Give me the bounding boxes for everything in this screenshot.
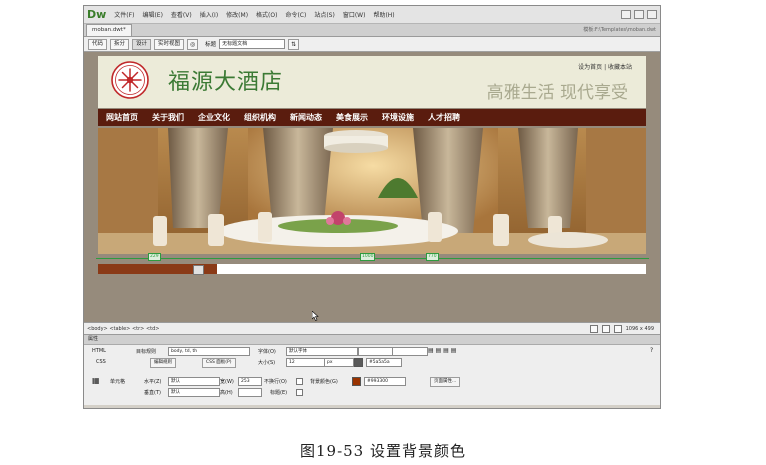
site-header: 福源大酒店 设为首页 | 收藏本站 高雅生活 现代享受 (98, 56, 646, 108)
guide-left-width[interactable]: 229 (148, 253, 161, 261)
menu-insert[interactable]: 插入(I) (196, 10, 222, 19)
text-color-input[interactable]: #5a5a5a (366, 358, 402, 367)
horz-label: 水平(Z) (144, 379, 162, 385)
menu-site[interactable]: 站点(S) (310, 10, 339, 19)
window-controls (621, 10, 660, 19)
font-label: 字体(O) (258, 349, 276, 355)
font-style-select[interactable] (358, 347, 394, 356)
design-view[interactable]: 福源大酒店 设为首页 | 收藏本站 高雅生活 现代享受 网站首页 关于我们 企业… (84, 52, 660, 322)
window-size[interactable]: 1096 x 499 (626, 326, 654, 332)
menu-modify[interactable]: 修改(M) (222, 10, 252, 19)
live-view-button[interactable]: 实时视图 (154, 38, 185, 50)
cell-icon: ▦ (92, 376, 100, 385)
menu-format[interactable]: 格式(O) (252, 10, 281, 19)
height-input[interactable] (238, 388, 262, 397)
height-label: 高(H) (220, 390, 233, 396)
nav-home[interactable]: 网站首页 (106, 112, 138, 123)
hotel-name: 福源大酒店 (168, 70, 284, 95)
nowrap-checkbox[interactable] (296, 378, 303, 385)
title-input[interactable]: 无标题文档 (219, 39, 286, 49)
font-weight-select[interactable] (392, 347, 428, 356)
nav-news[interactable]: 新闻动态 (290, 112, 322, 123)
width-label: 宽(W) (220, 379, 234, 385)
nav-careers[interactable]: 人才招聘 (428, 112, 460, 123)
cell-label: 单元格 (110, 379, 126, 385)
menu-edit[interactable]: 编辑(E) (138, 10, 166, 19)
status-bar: <body> <table> <tr> <td> 1096 x 499 (84, 322, 660, 335)
dreamweaver-window: Dw 文件(F) 编辑(E) 查看(V) 插入(I) 修改(M) 格式(O) 命… (83, 5, 661, 409)
hand-tool-icon[interactable] (601, 325, 610, 333)
bottom-table-row[interactable] (98, 264, 646, 275)
edit-rule-button[interactable]: 编辑规则 (150, 358, 176, 368)
css-panel-button[interactable]: CSS 面板(P) (202, 358, 236, 368)
select-tool-icon[interactable] (589, 325, 598, 333)
dw-logo: Dw (87, 8, 107, 21)
css-mode-tab[interactable]: CSS (96, 359, 106, 365)
font-select[interactable]: 默认字体 (286, 347, 358, 356)
align-buttons[interactable]: ▤ ▤ ▤ ▤ (428, 347, 456, 354)
html-mode-tab[interactable]: HTML (92, 348, 106, 354)
close-button[interactable] (647, 10, 657, 19)
properties-panel-title[interactable]: 属性 (84, 335, 660, 345)
banquet-hall-banner (98, 128, 646, 254)
nav-organization[interactable]: 组织机构 (244, 112, 276, 123)
nav-environment[interactable]: 环境设施 (382, 112, 414, 123)
size-select[interactable]: 12 (286, 358, 326, 367)
bg-color-label: 背景颜色(G) (310, 379, 338, 385)
figure-caption: 图19-53 设置背景颜色 (299, 442, 466, 460)
nav-culture[interactable]: 企业文化 (198, 112, 230, 123)
size-unit-select[interactable]: px (324, 358, 354, 367)
title-label: 标题 (205, 42, 217, 48)
status-right: 1096 x 499 (589, 325, 654, 333)
menu-window[interactable]: 窗口(W) (339, 10, 370, 19)
site-nav: 网站首页 关于我们 企业文化 组织机构 新闻动态 美食展示 环境设施 人才招聘 (98, 109, 646, 126)
menu-commands[interactable]: 命令(C) (281, 10, 310, 19)
guide-right-width[interactable]: 770 (426, 253, 439, 261)
target-rule-select[interactable]: body, td, th (168, 347, 250, 356)
target-rule-label: 目标规则 (136, 349, 157, 355)
width-input[interactable]: 253 (238, 377, 262, 386)
zoom-tool-icon[interactable] (613, 325, 622, 333)
document-tab-bar: moban.dwt* 模板:F:\Templates\moban.dwt (84, 24, 660, 37)
header-label: 标题(E) (270, 390, 288, 396)
menu-help[interactable]: 帮助(H) (369, 10, 398, 19)
properties-panel: HTML CSS 目标规则 body, td, th 编辑规则 CSS 面板(P… (84, 345, 660, 405)
menu-bar: Dw 文件(F) 编辑(E) 查看(V) 插入(I) 修改(M) 格式(O) 命… (84, 6, 660, 24)
nowrap-label: 不换行(O) (264, 379, 287, 385)
bg-color-input[interactable]: #993300 (364, 377, 406, 386)
design-view-button[interactable]: 设计 (132, 38, 152, 50)
minimize-button[interactable] (621, 10, 631, 19)
header-checkbox[interactable] (296, 389, 303, 396)
menu-file[interactable]: 文件(F) (110, 10, 138, 19)
inspect-icon[interactable]: ◎ (187, 38, 199, 50)
maximize-button[interactable] (634, 10, 644, 19)
horz-select[interactable]: 默认 (168, 377, 220, 386)
cell-handle-icon[interactable] (193, 265, 204, 275)
document-toolbar: 代码 拆分 设计 实时视图 ◎ 标题 无标题文档 ⇅ (84, 37, 660, 52)
tag-selector[interactable]: <body> <table> <tr> <td> (87, 326, 159, 332)
help-icon[interactable]: ? (650, 347, 653, 354)
page-properties-button[interactable]: 页面属性... (430, 377, 461, 387)
bg-color-swatch[interactable] (352, 377, 361, 386)
table-width-guides: 229 1000 770 (96, 252, 649, 264)
menu-view[interactable]: 查看(V) (167, 10, 196, 19)
vert-label: 垂直(T) (144, 390, 161, 396)
document-path: 模板:F:\Templates\moban.dwt (583, 27, 656, 33)
split-view-button[interactable]: 拆分 (110, 38, 130, 50)
slogan: 高雅生活 现代享受 (486, 83, 628, 103)
text-color-swatch[interactable] (354, 358, 363, 367)
mouse-cursor-icon (312, 311, 319, 321)
file-management-icon[interactable]: ⇅ (288, 38, 300, 50)
nav-about[interactable]: 关于我们 (152, 112, 184, 123)
vert-select[interactable]: 默认 (168, 388, 220, 397)
size-label: 大小(S) (258, 360, 276, 366)
guide-total-width[interactable]: 1000 (360, 253, 376, 261)
code-view-button[interactable]: 代码 (88, 38, 108, 50)
hotel-logo-icon (111, 61, 149, 99)
top-links[interactable]: 设为首页 | 收藏本站 (578, 62, 632, 71)
nav-food[interactable]: 美食展示 (336, 112, 368, 123)
document-tab[interactable]: moban.dwt* (86, 24, 132, 36)
